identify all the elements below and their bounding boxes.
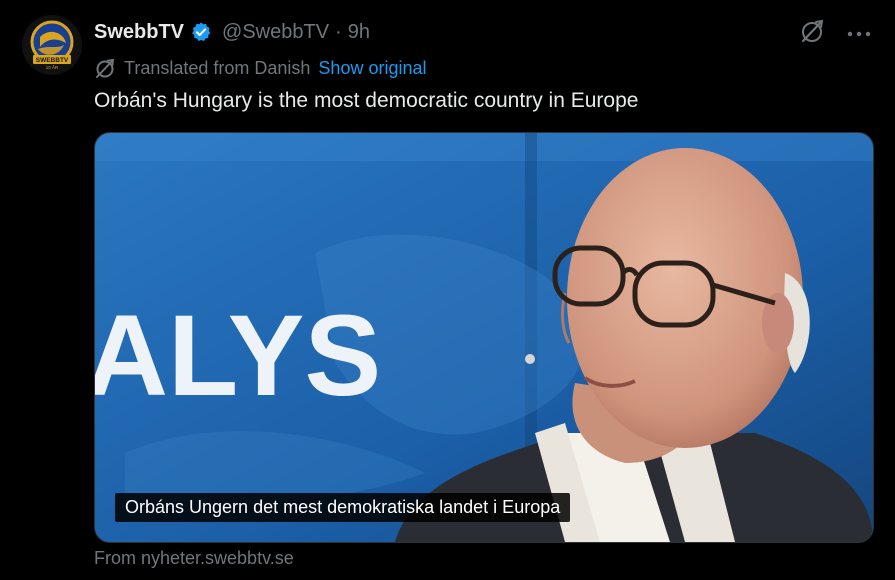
grok-icon[interactable] bbox=[799, 18, 825, 44]
tweet-header: SwebbTV @SwebbTV · 9h bbox=[94, 19, 370, 45]
show-original-link[interactable]: Show original bbox=[318, 58, 426, 79]
tweet-media-video[interactable]: ALYS Orbáns Ungern det mest demokratiska… bbox=[94, 132, 874, 543]
translation-notice: Translated from Danish Show original bbox=[94, 56, 426, 80]
video-frame: ALYS bbox=[95, 133, 873, 542]
timestamp[interactable]: 9h bbox=[348, 21, 370, 44]
avatar[interactable]: SWEBBTV 10 ÅR bbox=[22, 15, 82, 75]
verified-badge-icon[interactable] bbox=[190, 21, 212, 43]
separator-dot: · bbox=[335, 20, 342, 43]
video-subtitle: Orbáns Ungern det mest demokratiska land… bbox=[115, 493, 571, 522]
translate-icon bbox=[94, 57, 116, 79]
more-icon[interactable] bbox=[847, 20, 871, 42]
avatar-logo-text: SWEBBTV bbox=[36, 57, 69, 64]
avatar-logo-subtext: 10 ÅR bbox=[46, 64, 59, 70]
tweet-actions-top bbox=[799, 18, 871, 44]
tweet-text: Orbán's Hungary is the most democratic c… bbox=[94, 89, 639, 112]
translated-label: Translated from Danish bbox=[124, 57, 311, 78]
background-text: ALYS bbox=[95, 292, 381, 420]
source-link[interactable]: From nyheter.swebbtv.se bbox=[94, 548, 294, 569]
display-name[interactable]: SwebbTV bbox=[94, 21, 184, 44]
handle[interactable]: @SwebbTV bbox=[222, 21, 329, 44]
